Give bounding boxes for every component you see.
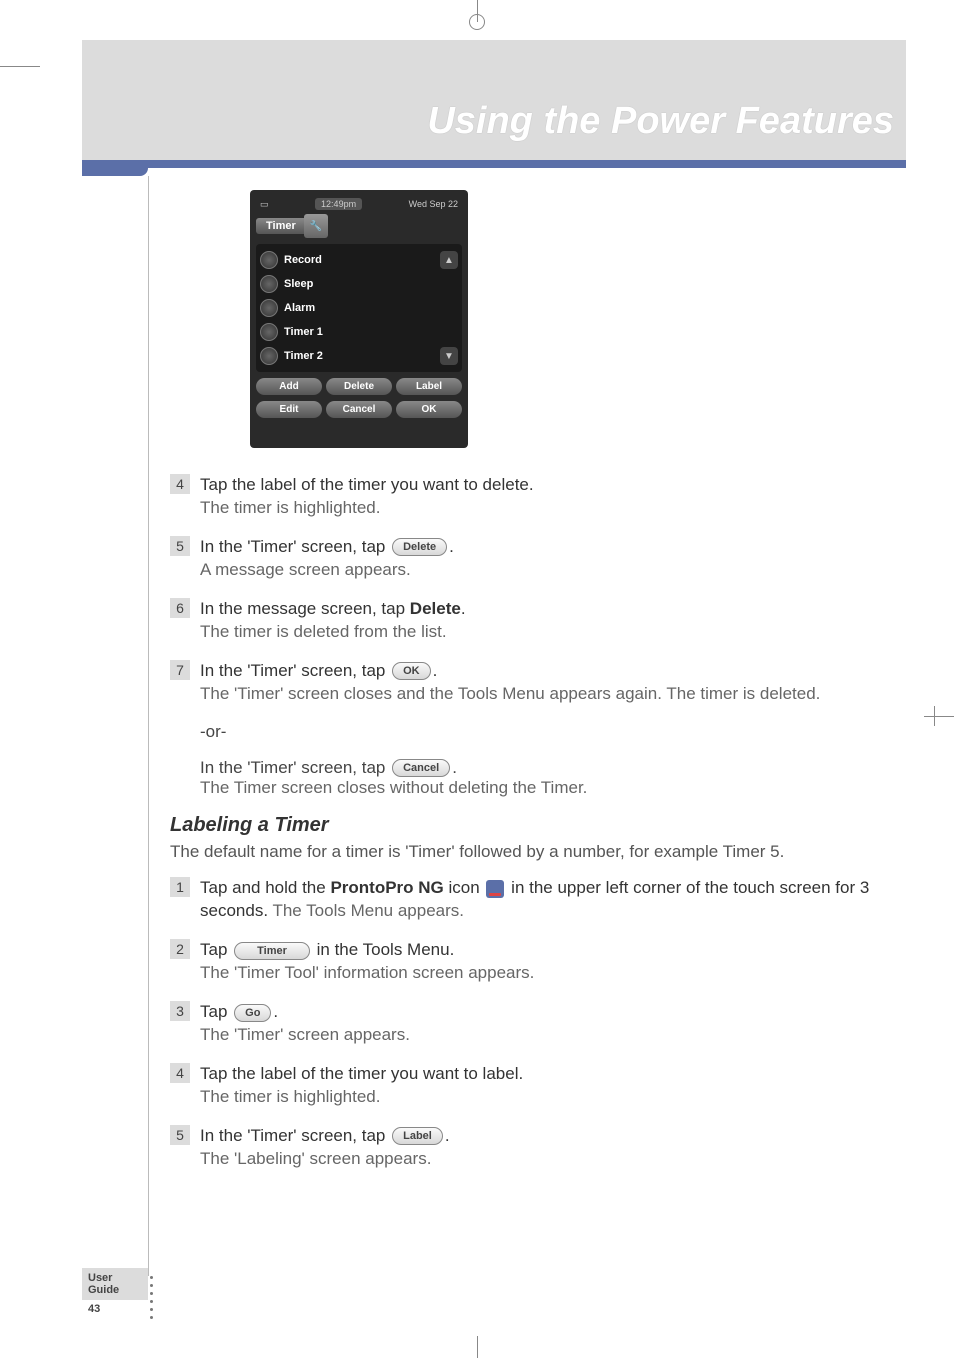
step-b2: 2 Tap Timer in the Tools Menu. The 'Time… [170,939,894,985]
step-sub: The Tools Menu appears. [268,901,464,920]
step-number: 6 [170,598,190,618]
or-text: -or- [200,722,894,742]
step-text: In the 'Timer' screen, tap [200,661,390,680]
margin-line [148,176,149,1276]
user-guide-label: User Guide [82,1268,148,1300]
step-b1: 1 Tap and hold the ProntoPro NG icon in … [170,877,894,923]
step-sub: The timer is deleted from the list. [200,622,447,641]
step-number: 7 [170,660,190,680]
step-text: In the 'Timer' screen, tap [200,1126,390,1145]
battery-icon: ▭ [260,199,269,210]
device-delete-button: Delete [326,378,392,395]
step-sub: The 'Timer' screen closes and the Tools … [200,684,820,703]
down-arrow-icon: ▼ [440,347,458,365]
step-b3: 3 Tap Go. The 'Timer' screen appears. [170,1001,894,1047]
step-number: 1 [170,877,190,897]
label-pill-icon: Label [392,1127,443,1145]
device-tab-label: Timer [256,218,306,234]
header-blue-corner [82,160,148,176]
device-list: Record ▲ Sleep Alarm Timer 1 Timer 2 ▼ [256,244,462,372]
timer-pill-icon: Timer [234,942,310,960]
step-text: In the 'Timer' screen, tap [200,537,390,556]
cancel-pill-icon: Cancel [392,759,450,777]
page-number: 43 [82,1300,148,1318]
step-text: Tap the label of the timer you want to l… [200,1064,523,1083]
step-sub: A message screen appears. [200,560,411,579]
step-number: 5 [170,536,190,556]
crop-mark-right [924,706,954,726]
step-text: Tap [200,940,232,959]
step-text: icon [444,878,485,897]
go-pill-icon: Go [234,1004,271,1022]
radio-icon [260,299,278,317]
step-text: In the 'Timer' screen, tap [200,758,390,777]
step-text: in the Tools Menu. [312,940,454,959]
step-sub: The 'Timer' screen appears. [200,1025,410,1044]
list-item: Sleep [284,278,313,290]
step-text: Tap [200,1002,232,1021]
step-text: . [461,599,466,618]
step-text: . [433,661,438,680]
step-sub: The timer is highlighted. [200,1087,380,1106]
list-item: Timer 2 [284,350,323,362]
list-item: Record [284,254,322,266]
footer: User Guide 43 [82,1268,148,1318]
device-cancel-button: Cancel [326,401,392,418]
radio-icon [260,275,278,293]
step-text: . [445,1126,450,1145]
crop-mark-top [462,0,492,30]
prontopro-icon [486,880,504,898]
step-number: 2 [170,939,190,959]
step-text: . [452,758,457,777]
device-screenshot: ▭ 12:49pm Wed Sep 22 Timer 🔧 Record ▲ Sle… [250,190,468,448]
radio-icon [260,323,278,341]
step-text: . [273,1002,278,1021]
delete-pill-icon: Delete [392,538,447,556]
step-7: 7 In the 'Timer' screen, tap OK. The 'Ti… [170,660,894,706]
step-text: . [449,537,454,556]
step-number: 5 [170,1125,190,1145]
content: ▭ 12:49pm Wed Sep 22 Timer 🔧 Record ▲ Sle… [170,190,894,1187]
step-text: Tap and hold the [200,878,330,897]
list-item: Timer 1 [284,326,323,338]
labeling-intro: The default name for a timer is 'Timer' … [170,841,894,864]
step-bold: Delete [410,599,461,618]
step-sub: The 'Timer Tool' information screen appe… [200,963,534,982]
step-sub: The 'Labeling' screen appears. [200,1149,431,1168]
step-number: 4 [170,474,190,494]
header-blue-band [82,160,906,168]
device-date: Wed Sep 22 [409,199,458,209]
chapter-title: Using the Power Features [427,100,894,143]
device-label-button: Label [396,378,462,395]
radio-icon [260,251,278,269]
step-number: 3 [170,1001,190,1021]
step-b4: 4 Tap the label of the timer you want to… [170,1063,894,1109]
step-5: 5 In the 'Timer' screen, tap Delete. A m… [170,536,894,582]
step-text: In the message screen, tap [200,599,410,618]
wrench-icon: 🔧 [304,214,328,238]
device-ok-button: OK [396,401,462,418]
step-b5: 5 In the 'Timer' screen, tap Label. The … [170,1125,894,1171]
crop-mark-bottom [462,1328,492,1358]
radio-icon [260,347,278,365]
step-sub: The Timer screen closes without deleting… [200,778,587,797]
step-number: 4 [170,1063,190,1083]
list-item: Alarm [284,302,315,314]
device-add-button: Add [256,378,322,395]
step-bold: ProntoPro NG [330,878,443,897]
labeling-heading: Labeling a Timer [170,814,894,837]
ok-pill-icon: OK [392,662,431,680]
crop-mark-left [0,66,40,67]
device-time: 12:49pm [315,198,362,210]
step-text: Tap the label of the timer you want to d… [200,475,534,494]
step-4: 4 Tap the label of the timer you want to… [170,474,894,520]
device-edit-button: Edit [256,401,322,418]
step-6: 6 In the message screen, tap Delete. The… [170,598,894,644]
footer-dots [150,1276,153,1319]
up-arrow-icon: ▲ [440,251,458,269]
alt-step: In the 'Timer' screen, tap Cancel. The T… [200,758,894,798]
step-sub: The timer is highlighted. [200,498,380,517]
